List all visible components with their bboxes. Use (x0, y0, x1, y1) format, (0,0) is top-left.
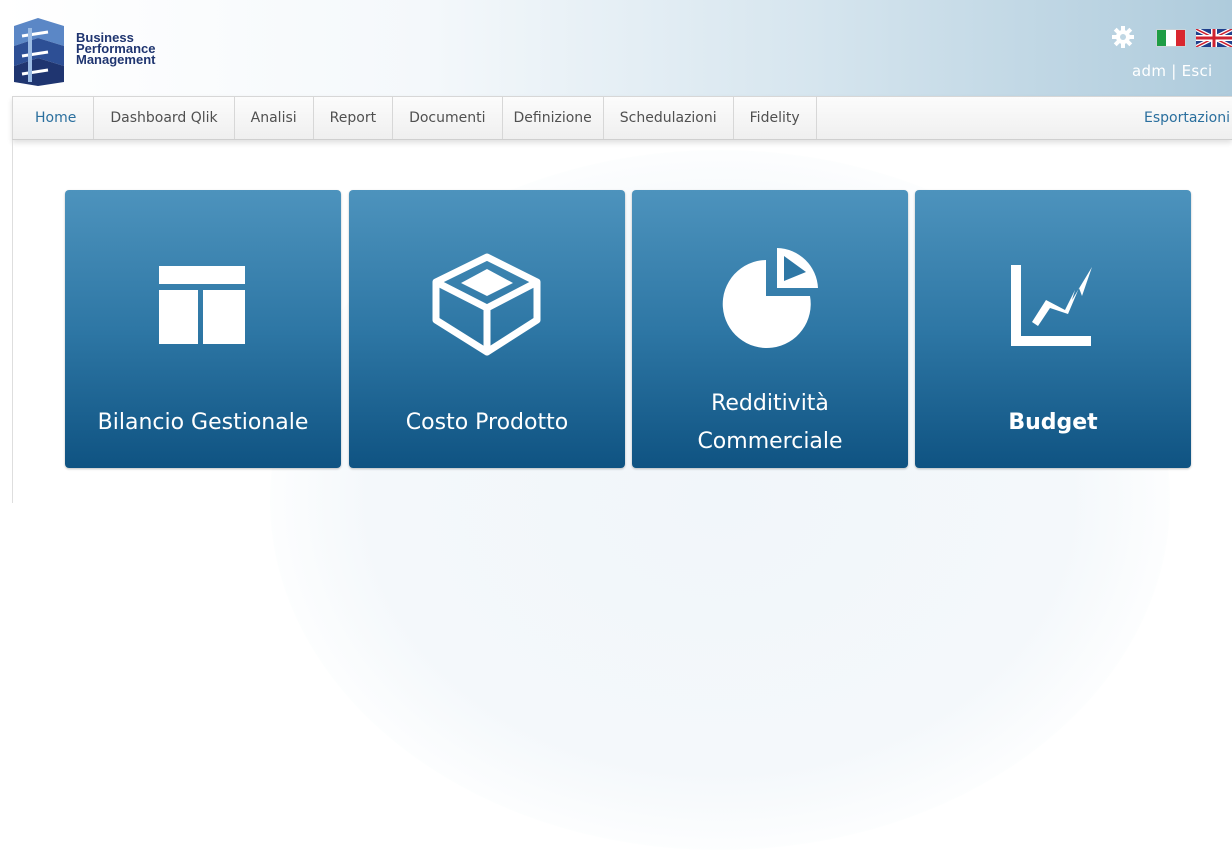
app-header: Business Performance Management adm | Es… (0, 0, 1232, 96)
trend-chart-icon (1011, 265, 1092, 346)
content-divider (12, 140, 13, 503)
pie-chart-icon (722, 248, 818, 348)
user-line: adm | Esci (1132, 62, 1213, 80)
tile-label: Costo Prodotto (405, 410, 569, 435)
module-tiles: Bilancio Gestionale Costo Prodotto Reddi… (65, 190, 1191, 468)
separator: | (1171, 62, 1177, 80)
tile-bilancio-gestionale[interactable]: Bilancio Gestionale (65, 190, 341, 468)
nav-report[interactable]: Report (314, 97, 394, 139)
nav-definizione[interactable]: Definizione (503, 97, 604, 139)
main-nav: Home Dashboard Qlik Analisi Report Docum… (12, 96, 1232, 140)
nav-home[interactable]: Home (12, 97, 95, 139)
logout-link[interactable]: Esci (1182, 62, 1213, 80)
italian-flag-icon[interactable] (1156, 29, 1186, 47)
uk-flag-icon[interactable] (1196, 29, 1232, 47)
gear-icon[interactable] (1112, 26, 1134, 48)
tile-label-line: Redditività (711, 391, 829, 416)
nav-schedulazioni[interactable]: Schedulazioni (604, 97, 734, 139)
tile-label: Budget (1008, 410, 1098, 435)
nav-documenti[interactable]: Documenti (393, 97, 503, 139)
nav-menu: Home Dashboard Qlik Analisi Report Docum… (12, 97, 817, 139)
tile-costo-prodotto[interactable]: Costo Prodotto (349, 190, 625, 468)
bpm-logo-icon[interactable] (8, 16, 72, 88)
table-layout-icon (159, 266, 245, 344)
tile-budget[interactable]: Budget (915, 190, 1191, 468)
nav-dashboard-qlik[interactable]: Dashboard Qlik (94, 97, 235, 139)
tile-redditivita-commerciale[interactable]: Redditività Commerciale (632, 190, 908, 468)
box-icon (432, 253, 541, 356)
tile-label-line: Commerciale (697, 429, 843, 454)
user-area: adm | Esci (1112, 26, 1232, 86)
tile-label: Bilancio Gestionale (97, 410, 309, 435)
nav-fidelity[interactable]: Fidelity (734, 97, 817, 139)
logo-text-line: Management (76, 52, 156, 67)
nav-esportazioni[interactable]: Esportazioni (1144, 97, 1230, 139)
logo-text: Business Performance Management (76, 31, 156, 67)
username-label: adm (1132, 62, 1167, 80)
nav-analisi[interactable]: Analisi (235, 97, 314, 139)
